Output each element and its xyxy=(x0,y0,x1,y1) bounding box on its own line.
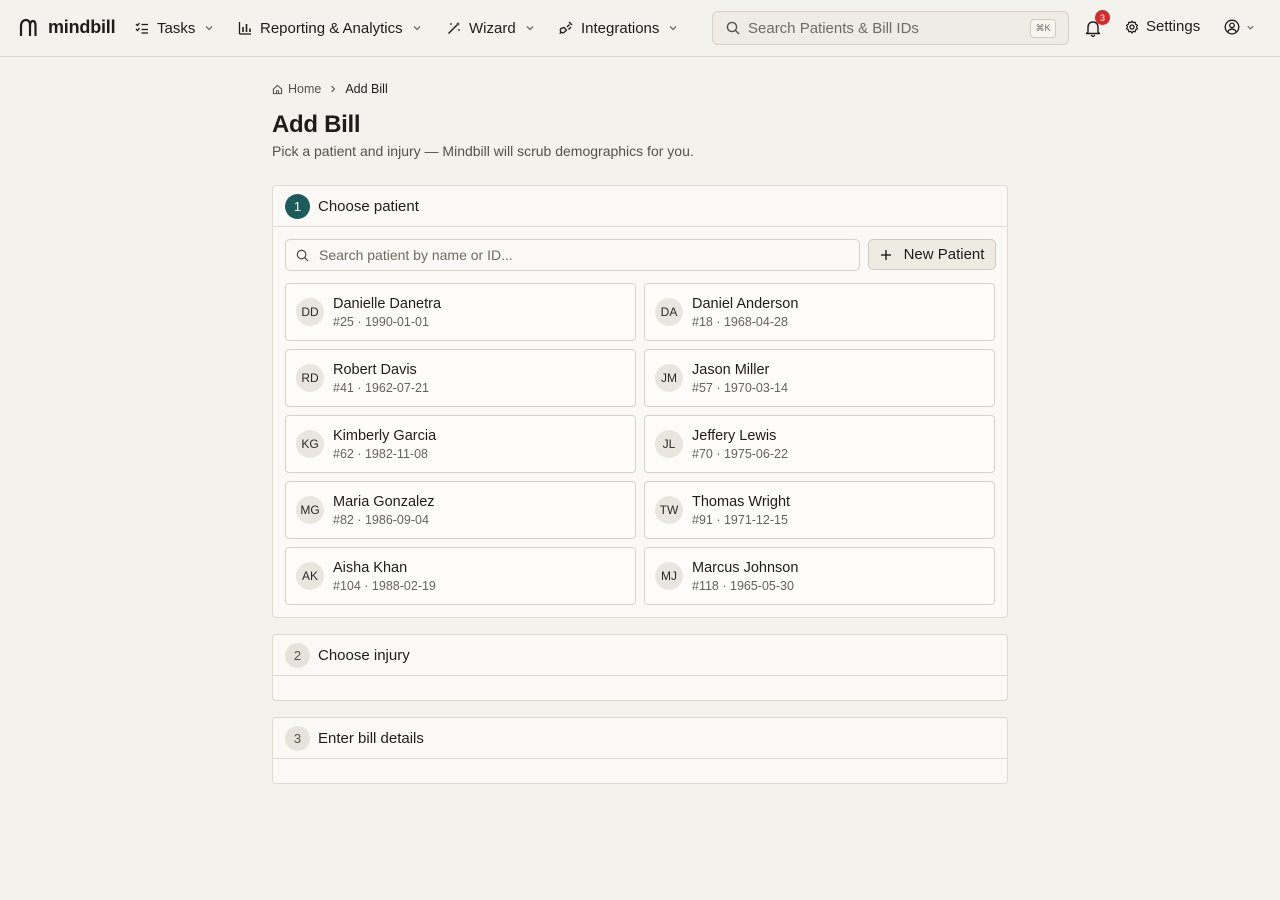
user-menu[interactable] xyxy=(1224,19,1255,35)
task-list-icon xyxy=(135,22,148,34)
step-enter-bill-details: 3 Enter bill details xyxy=(272,717,1008,784)
mindbill-logo-icon xyxy=(19,18,37,36)
chevron-down-icon xyxy=(413,26,421,31)
avatar: DD xyxy=(296,298,324,326)
patient-card[interactable]: JL Jeffery Lewis #70 · 1975-06-22 xyxy=(644,415,995,473)
plug-icon xyxy=(559,21,573,35)
patient-name: Danielle Danetra xyxy=(333,295,442,312)
chevron-down-icon xyxy=(1247,25,1254,30)
patient-card[interactable]: TW Thomas Wright #91 · 1971-12-15 xyxy=(644,481,995,539)
home-icon xyxy=(272,84,283,94)
patient-meta: #91 · 1971-12-15 xyxy=(692,512,788,527)
avatar: MG xyxy=(296,496,324,524)
patient-card[interactable]: AK Aisha Khan #104 · 1988-02-19 xyxy=(285,547,636,605)
avatar: RD xyxy=(296,364,324,392)
global-search-input[interactable] xyxy=(748,19,1018,37)
magic-wand-icon xyxy=(448,22,460,34)
top-navbar: mindbill Tasks Reporting & Analytics Wiz… xyxy=(0,0,1280,57)
global-search[interactable]: ⌘K xyxy=(712,11,1069,45)
avatar: JL xyxy=(655,430,683,458)
breadcrumb: Home Add Bill xyxy=(272,82,388,96)
step-3-number: 3 xyxy=(285,725,310,751)
nav-wizard-label: Wizard xyxy=(469,19,516,37)
patient-name: Aisha Khan xyxy=(333,559,408,576)
avatar: JM xyxy=(655,364,683,392)
notification-count-badge: 3 xyxy=(1095,10,1110,25)
step-1-header[interactable]: 1 Choose patient xyxy=(273,186,1007,227)
gear-icon xyxy=(1126,19,1138,34)
settings-button[interactable]: Settings xyxy=(1125,18,1200,35)
chevron-right-icon xyxy=(331,85,336,93)
patient-card[interactable]: DA Daniel Anderson #18 · 1968-04-28 xyxy=(644,283,995,341)
chevron-down-icon xyxy=(669,26,677,31)
avatar: DA xyxy=(655,298,683,326)
avatar: TW xyxy=(655,496,683,524)
step-2-header[interactable]: 2 Choose injury xyxy=(273,635,1007,676)
brand[interactable]: mindbill xyxy=(18,17,116,38)
nav-integrations-label: Integrations xyxy=(581,19,660,37)
patient-card[interactable]: KG Kimberly Garcia #62 · 1982-11-08 xyxy=(285,415,636,473)
avatar: KG xyxy=(296,430,324,458)
avatar: AK xyxy=(296,562,324,590)
step-1-number: 1 xyxy=(285,193,310,219)
avatar: MJ xyxy=(655,562,683,590)
patient-meta: #41 · 1962-07-21 xyxy=(333,380,429,395)
patient-list: DD Danielle Danetra #25 · 1990-01-01 DA D… xyxy=(285,283,995,605)
nav-tasks[interactable]: Tasks xyxy=(135,18,214,38)
nav-tasks-label: Tasks xyxy=(157,19,196,37)
patient-meta: #82 · 1986-09-04 xyxy=(333,512,429,527)
chevron-down-icon xyxy=(526,26,534,31)
patient-meta: #104 · 1988-02-19 xyxy=(333,578,436,593)
patient-meta: #70 · 1975-06-22 xyxy=(692,446,788,461)
patient-meta: #57 · 1970-03-14 xyxy=(692,380,788,395)
patient-name: Robert Davis xyxy=(333,361,417,378)
breadcrumb-current: Add Bill xyxy=(345,82,388,96)
nav-integrations[interactable]: Integrations xyxy=(559,18,678,38)
patient-name: Kimberly Garcia xyxy=(333,427,437,444)
brand-name: mindbill xyxy=(48,17,116,37)
breadcrumb-home-link[interactable]: Home xyxy=(288,82,321,96)
step-2-title: Choose injury xyxy=(318,646,410,664)
search-icon xyxy=(296,249,309,262)
search-icon xyxy=(726,21,740,35)
plus-icon xyxy=(880,249,891,260)
step-3-title: Enter bill details xyxy=(318,729,424,747)
step-choose-patient: 1 Choose patient New Patient DD Danielle… xyxy=(272,185,1008,618)
settings-label: Settings xyxy=(1146,18,1201,35)
patient-name: Jeffery Lewis xyxy=(692,427,777,444)
bar-chart-icon xyxy=(238,22,251,35)
patient-name: Jason Miller xyxy=(692,361,770,378)
page-subtitle: Pick a patient and injury — Mindbill wil… xyxy=(272,143,694,159)
patient-name: Marcus Johnson xyxy=(692,559,799,576)
step-2-number: 2 xyxy=(285,642,310,668)
patient-name: Maria Gonzalez xyxy=(333,493,435,510)
step-1-title: Choose patient xyxy=(318,197,419,215)
step-3-header[interactable]: 3 Enter bill details xyxy=(273,718,1007,759)
patient-meta: #62 · 1982-11-08 xyxy=(333,446,428,461)
nav-reporting-label: Reporting & Analytics xyxy=(260,19,403,37)
patient-name: Daniel Anderson xyxy=(692,295,799,312)
search-shortcut: ⌘K xyxy=(1030,19,1056,38)
nav-reporting-analytics[interactable]: Reporting & Analytics xyxy=(238,18,422,38)
patient-meta: #25 · 1990-01-01 xyxy=(333,314,429,329)
patient-card[interactable]: RD Robert Davis #41 · 1962-07-21 xyxy=(285,349,636,407)
patient-search[interactable] xyxy=(285,239,860,271)
patient-search-input[interactable] xyxy=(319,247,849,263)
user-circle-icon xyxy=(1224,19,1240,35)
step-choose-injury: 2 Choose injury xyxy=(272,634,1008,701)
page-title: Add Bill xyxy=(272,111,361,138)
patient-card[interactable]: JM Jason Miller #57 · 1970-03-14 xyxy=(644,349,995,407)
patient-card[interactable]: MG Maria Gonzalez #82 · 1986-09-04 xyxy=(285,481,636,539)
nav-wizard[interactable]: Wizard xyxy=(447,18,535,38)
chevron-down-icon xyxy=(205,26,213,31)
patient-name: Thomas Wright xyxy=(692,493,791,510)
patient-card[interactable]: MJ Marcus Johnson #118 · 1965-05-30 xyxy=(644,547,995,605)
new-patient-label: New Patient xyxy=(903,246,985,263)
patient-meta: #118 · 1965-05-30 xyxy=(692,578,794,593)
new-patient-button[interactable]: New Patient xyxy=(868,239,996,270)
patient-card[interactable]: DD Danielle Danetra #25 · 1990-01-01 xyxy=(285,283,636,341)
patient-meta: #18 · 1968-04-28 xyxy=(692,314,788,329)
